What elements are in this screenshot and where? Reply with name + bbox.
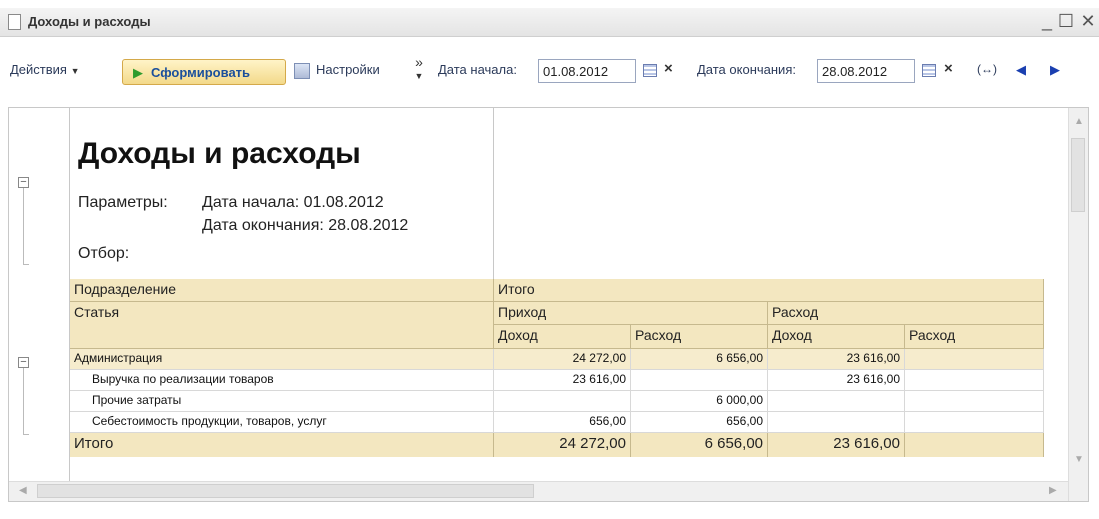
end-date-label: Дата окончания: — [697, 62, 796, 77]
params-label: Параметры: — [78, 194, 168, 211]
collapse-icon[interactable]: − — [18, 177, 29, 188]
calendar-icon[interactable] — [643, 64, 657, 77]
table-cell: 23 616,00 — [768, 349, 905, 370]
prev-period-icon[interactable]: ◀ — [1016, 62, 1026, 78]
table-cell — [768, 412, 905, 433]
param-end: Дата окончания: 28.08.2012 — [202, 217, 409, 234]
row-article-name: Выручка по реализации товаров — [70, 370, 494, 391]
end-date-input[interactable] — [817, 59, 915, 83]
column-rule — [493, 108, 494, 279]
clear-icon[interactable]: × — [944, 60, 953, 77]
generate-label: Сформировать — [151, 65, 251, 80]
actions-label: Действия — [10, 62, 67, 77]
row-article-name: Себестоимость продукции, товаров, услуг — [70, 412, 494, 433]
group-line — [23, 264, 29, 265]
period-icon[interactable]: (↔) — [977, 62, 997, 76]
generate-button[interactable]: ▶ Сформировать — [122, 59, 286, 85]
clear-icon[interactable]: × — [664, 60, 673, 77]
report-title: Доходы и расходы — [78, 137, 361, 170]
row-article-name: Прочие затраты — [70, 391, 494, 412]
header-sub-income-2: Доход — [768, 325, 905, 349]
header-sub-income: Доход — [494, 325, 631, 349]
group-line — [23, 434, 29, 435]
total-cell — [905, 433, 1044, 457]
table-cell: 6 000,00 — [631, 391, 768, 412]
header-division: Подразделение — [70, 279, 494, 302]
settings-button[interactable]: Настройки — [316, 62, 380, 77]
report-window: Доходы и расходы _ ☐ ✕ Действия ▼ ▶ Сфор… — [0, 0, 1099, 519]
vertical-scrollbar[interactable]: ▲ ▼ — [1068, 108, 1088, 501]
header-sub-expense: Расход — [631, 325, 768, 349]
title-bar: Доходы и расходы _ ☐ ✕ — [0, 8, 1099, 37]
scroll-left-icon[interactable]: ◀ — [19, 485, 27, 496]
scroll-down-icon[interactable]: ▼ — [1074, 454, 1084, 465]
settings-icon[interactable] — [294, 63, 310, 79]
table-cell: 23 616,00 — [494, 370, 631, 391]
header-expense: Расход — [768, 302, 1044, 325]
total-cell: 24 272,00 — [494, 433, 631, 457]
total-cell: 23 616,00 — [768, 433, 905, 457]
report-area: − − Доходы и расходы Параметры: Дата нач… — [8, 107, 1089, 502]
table-cell — [905, 349, 1044, 370]
toolbar: Действия ▼ ▶ Сформировать Настройки » ▼ Д… — [0, 54, 1099, 88]
maximize-button[interactable]: ☐ — [1056, 10, 1076, 32]
chevron-down-icon: ▼ — [70, 66, 80, 76]
next-period-icon[interactable]: ▶ — [1050, 62, 1060, 78]
horizontal-scrollbar[interactable]: ◀ ▶ — [9, 481, 1068, 501]
filter-label: Отбор: — [78, 245, 130, 262]
minimize-button[interactable]: _ — [1037, 10, 1057, 32]
header-article: Статья — [70, 302, 494, 349]
start-date-label: Дата начала: — [438, 62, 517, 77]
chevron-down-icon: ▼ — [414, 71, 424, 81]
table-cell — [768, 391, 905, 412]
row-division-name: Администрация — [70, 349, 494, 370]
header-total: Итого — [494, 279, 1044, 302]
table-cell — [494, 391, 631, 412]
scroll-up-icon[interactable]: ▲ — [1074, 116, 1084, 127]
table-cell: 23 616,00 — [768, 370, 905, 391]
more-icon[interactable]: » ▼ — [412, 54, 426, 82]
window-title: Доходы и расходы — [28, 14, 151, 29]
total-cell: 6 656,00 — [631, 433, 768, 457]
table-cell — [631, 370, 768, 391]
table-cell: 6 656,00 — [631, 349, 768, 370]
total-row-label: Итого — [70, 433, 494, 457]
header-sub-expense-2: Расход — [905, 325, 1044, 349]
table-cell — [905, 391, 1044, 412]
start-date-input[interactable] — [538, 59, 636, 83]
more-label: » — [415, 54, 423, 70]
play-icon: ▶ — [133, 65, 143, 80]
actions-menu[interactable]: Действия ▼ — [10, 62, 80, 77]
table-cell — [905, 412, 1044, 433]
table-cell: 24 272,00 — [494, 349, 631, 370]
collapse-icon[interactable]: − — [18, 357, 29, 368]
scroll-thumb[interactable] — [1071, 138, 1085, 212]
document-icon — [8, 14, 21, 30]
group-line — [23, 368, 24, 434]
scroll-right-icon[interactable]: ▶ — [1049, 485, 1057, 496]
group-line — [23, 188, 24, 264]
table-cell — [905, 370, 1044, 391]
header-income: Приход — [494, 302, 768, 325]
table-cell: 656,00 — [631, 412, 768, 433]
scroll-thumb[interactable] — [37, 484, 534, 498]
table-cell: 656,00 — [494, 412, 631, 433]
param-start: Дата начала: 01.08.2012 — [202, 194, 384, 211]
calendar-icon[interactable] — [922, 64, 936, 77]
close-button[interactable]: ✕ — [1078, 10, 1098, 32]
